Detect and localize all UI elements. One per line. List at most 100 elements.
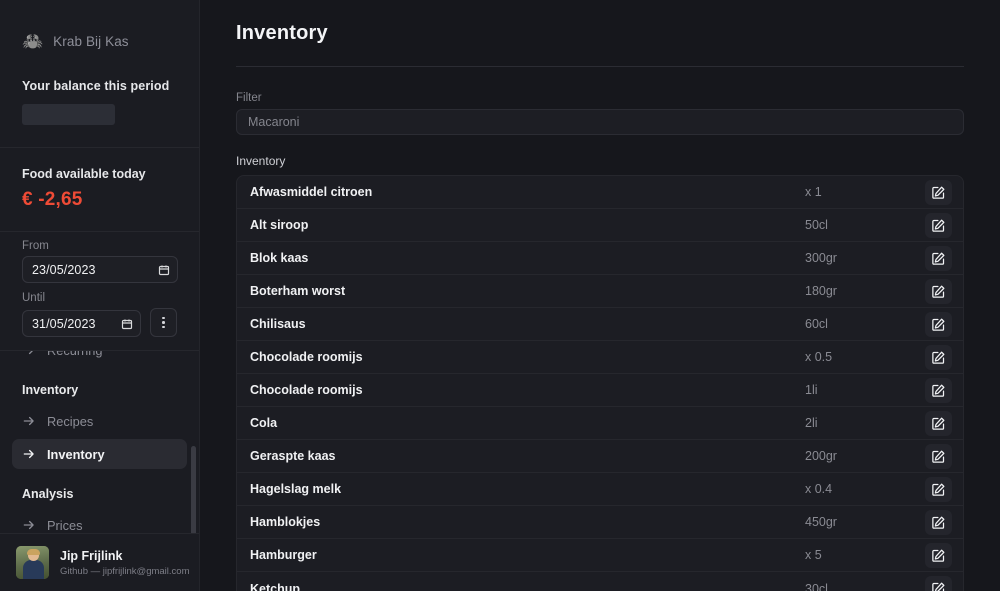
from-date-value: 23/05/2023	[32, 263, 96, 277]
sidebar-nav: Recurring Inventory Recipes Inventory An…	[0, 350, 199, 533]
kebab-menu-icon[interactable]	[150, 308, 177, 337]
item-quantity: 30cl	[805, 582, 925, 591]
edit-icon	[931, 449, 946, 464]
app-root: 🦀 Krab Bij Kas Your balance this period …	[0, 0, 1000, 591]
item-quantity: x 1	[805, 185, 925, 199]
sidebar-item-label: Recipes	[47, 414, 93, 429]
avatar	[16, 546, 49, 579]
item-name: Geraspte kaas	[250, 449, 805, 463]
balance-loading-skeleton	[22, 104, 115, 125]
sidebar-item-recipes[interactable]: Recipes	[12, 406, 187, 436]
sidebar-item-recurring[interactable]: Recurring	[12, 350, 187, 365]
table-row[interactable]: Alt siroop 50cl	[237, 209, 963, 242]
item-quantity: x 0.4	[805, 482, 925, 496]
arrow-right-icon	[22, 414, 36, 428]
food-available-section: Food available today € -2,65	[0, 148, 199, 231]
edit-button[interactable]	[925, 180, 952, 205]
table-row[interactable]: Hagelslag melk x 0.4	[237, 473, 963, 506]
edit-button[interactable]	[925, 246, 952, 271]
filter-label: Filter	[236, 92, 964, 104]
edit-button[interactable]	[925, 411, 952, 436]
edit-icon	[931, 284, 946, 299]
table-row[interactable]: Chilisaus 60cl	[237, 308, 963, 341]
item-quantity: x 5	[805, 548, 925, 562]
inventory-list: Afwasmiddel citroen x 1 Alt siroop 50cl …	[236, 175, 964, 591]
table-row[interactable]: Hamblokjes 450gr	[237, 506, 963, 539]
item-quantity: 180gr	[805, 284, 925, 298]
edit-button[interactable]	[925, 213, 952, 238]
sidebar-item-label: Recurring	[47, 350, 102, 358]
edit-button[interactable]	[925, 510, 952, 535]
table-row[interactable]: Geraspte kaas 200gr	[237, 440, 963, 473]
edit-icon	[931, 251, 946, 266]
arrow-right-icon	[22, 350, 36, 357]
calendar-icon[interactable]	[158, 264, 170, 276]
edit-button[interactable]	[925, 345, 952, 370]
edit-button[interactable]	[925, 576, 952, 591]
edit-icon	[931, 218, 946, 233]
arrow-right-icon	[22, 518, 36, 532]
edit-button[interactable]	[925, 312, 952, 337]
item-quantity: 1li	[805, 383, 925, 397]
sidebar-group-analysis: Analysis	[12, 472, 187, 510]
item-name: Ketchup	[250, 582, 805, 591]
user-subtitle: Github — jipfrijlink@gmail.com	[60, 566, 183, 577]
dot	[162, 317, 165, 320]
main-padding: Inventory Filter Macaroni Inventory Afwa…	[200, 0, 1000, 591]
list-label: Inventory	[236, 154, 964, 168]
item-name: Hagelslag melk	[250, 482, 805, 496]
food-available-label: Food available today	[22, 167, 177, 181]
brand-name: Krab Bij Kas	[53, 34, 128, 49]
edit-icon	[931, 548, 946, 563]
balance-label: Your balance this period	[22, 79, 177, 93]
filter-placeholder: Macaroni	[248, 115, 299, 129]
table-row[interactable]: Afwasmiddel citroen x 1	[237, 176, 963, 209]
edit-icon	[931, 482, 946, 497]
user-profile[interactable]: Jip Frijlink Github — jipfrijlink@gmail.…	[0, 533, 199, 591]
sidebar-scrollbar-thumb[interactable]	[191, 446, 196, 533]
user-name: Jip Frijlink	[60, 549, 183, 563]
item-quantity: 450gr	[805, 515, 925, 529]
search-input[interactable]: Macaroni	[236, 109, 964, 135]
table-row[interactable]: Chocolade roomijs x 0.5	[237, 341, 963, 374]
edit-button[interactable]	[925, 378, 952, 403]
page-title: Inventory	[236, 22, 964, 45]
from-label: From	[22, 240, 177, 252]
edit-icon	[931, 581, 946, 591]
sidebar: 🦀 Krab Bij Kas Your balance this period …	[0, 0, 200, 591]
balance-section: Your balance this period	[0, 57, 199, 147]
item-name: Cola	[250, 416, 805, 430]
table-row[interactable]: Hamburger x 5	[237, 539, 963, 572]
dot	[162, 326, 165, 329]
edit-button[interactable]	[925, 279, 952, 304]
edit-icon	[931, 350, 946, 365]
edit-button[interactable]	[925, 444, 952, 469]
item-quantity: 2li	[805, 416, 925, 430]
edit-icon	[931, 383, 946, 398]
sidebar-nav-scroll[interactable]: Recurring Inventory Recipes Inventory An…	[0, 350, 199, 533]
table-row[interactable]: Blok kaas 300gr	[237, 242, 963, 275]
item-quantity: 200gr	[805, 449, 925, 463]
item-name: Blok kaas	[250, 251, 805, 265]
item-name: Chilisaus	[250, 317, 805, 331]
sidebar-item-prices[interactable]: Prices	[12, 510, 187, 533]
crab-icon: 🦀	[22, 33, 43, 50]
item-name: Afwasmiddel citroen	[250, 185, 805, 199]
title-divider	[236, 66, 964, 67]
from-date-input[interactable]: 23/05/2023	[22, 256, 178, 283]
until-label: Until	[22, 292, 177, 304]
edit-button[interactable]	[925, 543, 952, 568]
until-date-input[interactable]: 31/05/2023	[22, 310, 141, 337]
brand[interactable]: 🦀 Krab Bij Kas	[0, 0, 199, 57]
edit-button[interactable]	[925, 477, 952, 502]
table-row[interactable]: Chocolade roomijs 1li	[237, 374, 963, 407]
from-field-group: From 23/05/2023	[22, 240, 177, 283]
item-quantity: x 0.5	[805, 350, 925, 364]
table-row[interactable]: Boterham worst 180gr	[237, 275, 963, 308]
table-row[interactable]: Cola 2li	[237, 407, 963, 440]
calendar-icon[interactable]	[121, 318, 133, 330]
edit-icon	[931, 515, 946, 530]
user-text: Jip Frijlink Github — jipfrijlink@gmail.…	[60, 549, 183, 577]
sidebar-item-inventory[interactable]: Inventory	[12, 439, 187, 469]
table-row[interactable]: Ketchup 30cl	[237, 572, 963, 591]
